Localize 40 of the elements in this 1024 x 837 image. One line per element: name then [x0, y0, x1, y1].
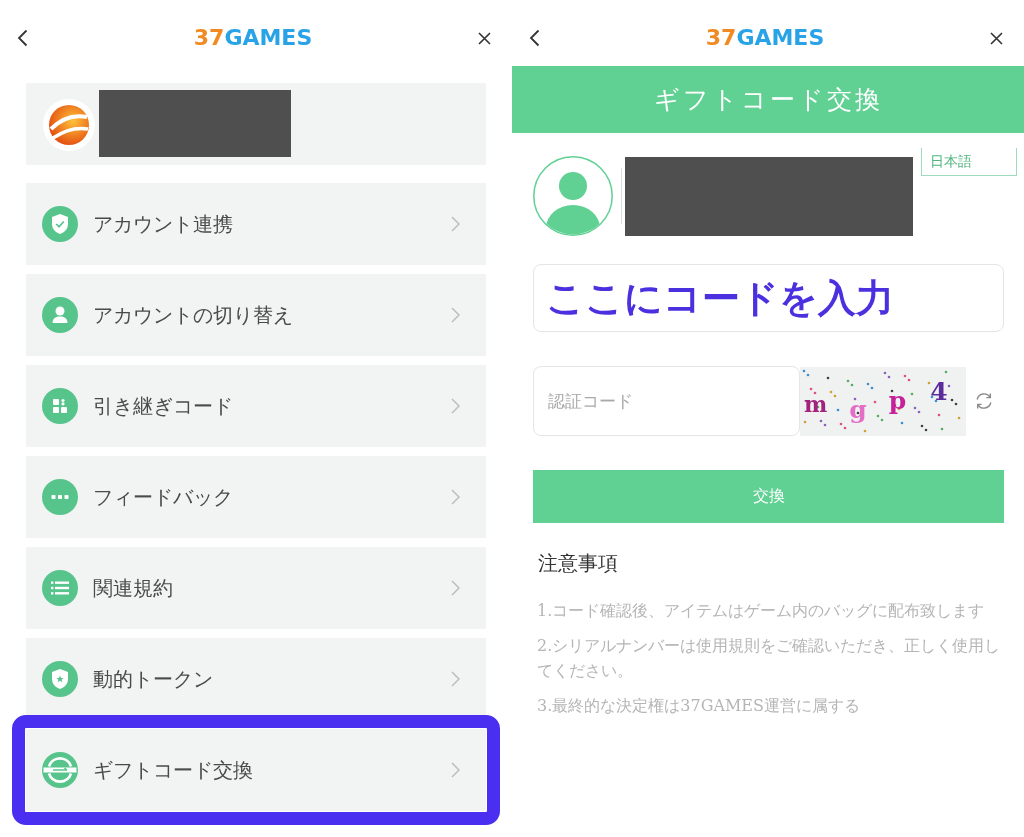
- refresh-icon[interactable]: [974, 391, 994, 411]
- menu-item[interactable]: アカウント連携: [26, 183, 486, 265]
- list-icon: [42, 570, 78, 606]
- menu-item[interactable]: 関連規約: [26, 547, 486, 629]
- captcha-character: g: [849, 396, 867, 422]
- person-avatar-icon: [533, 156, 613, 236]
- swirl-logo-icon: [43, 99, 95, 151]
- menu-item[interactable]: ギフトコード交換: [26, 729, 486, 811]
- person-icon: [42, 297, 78, 333]
- captcha-input-field[interactable]: 認証コード: [533, 366, 800, 436]
- chevron-right-icon: [451, 671, 460, 687]
- grid-icon: [42, 388, 78, 424]
- back-icon[interactable]: [17, 29, 28, 47]
- note-text: 2.シリアルナンバーは使用規則をご確認いただき、正しく使用してください。: [537, 635, 1002, 682]
- note-text: 1.コード確認後、アイテムはゲーム内のバッグに配布致します: [537, 600, 986, 622]
- chevron-right-icon: [451, 307, 460, 323]
- code-input-field[interactable]: ここにコードを入力: [533, 264, 1004, 332]
- menu-item[interactable]: 引き継ぎコード: [26, 365, 486, 447]
- chevron-right-icon: [451, 398, 460, 414]
- shield-check-icon: [42, 206, 78, 242]
- menu-item[interactable]: アカウントの切り替え: [26, 274, 486, 356]
- page-title: ギフトコード交換: [653, 84, 883, 116]
- notes-heading: 注意事項: [538, 551, 618, 575]
- more-dots-icon: [42, 479, 78, 515]
- captcha-character: 4: [930, 378, 948, 404]
- close-icon[interactable]: [990, 31, 1003, 45]
- brand-logo: 37GAMES: [193, 27, 313, 49]
- note-text: 3.最終的な決定権は37GAMES運営に属する: [537, 695, 861, 717]
- captcha-character: m: [804, 393, 828, 415]
- brand-logo: 37GAMES: [705, 27, 825, 49]
- captcha-character: p: [888, 387, 907, 413]
- chevron-right-icon: [451, 762, 460, 778]
- back-icon[interactable]: [529, 29, 540, 47]
- menu-item[interactable]: フィードバック: [26, 456, 486, 538]
- exchange-arrows-icon: [42, 752, 78, 788]
- close-icon[interactable]: [478, 31, 491, 45]
- annotation-text: ここにコードを入力: [546, 274, 894, 322]
- chevron-right-icon: [451, 216, 460, 232]
- chevron-right-icon: [451, 580, 460, 596]
- chevron-right-icon: [451, 489, 460, 505]
